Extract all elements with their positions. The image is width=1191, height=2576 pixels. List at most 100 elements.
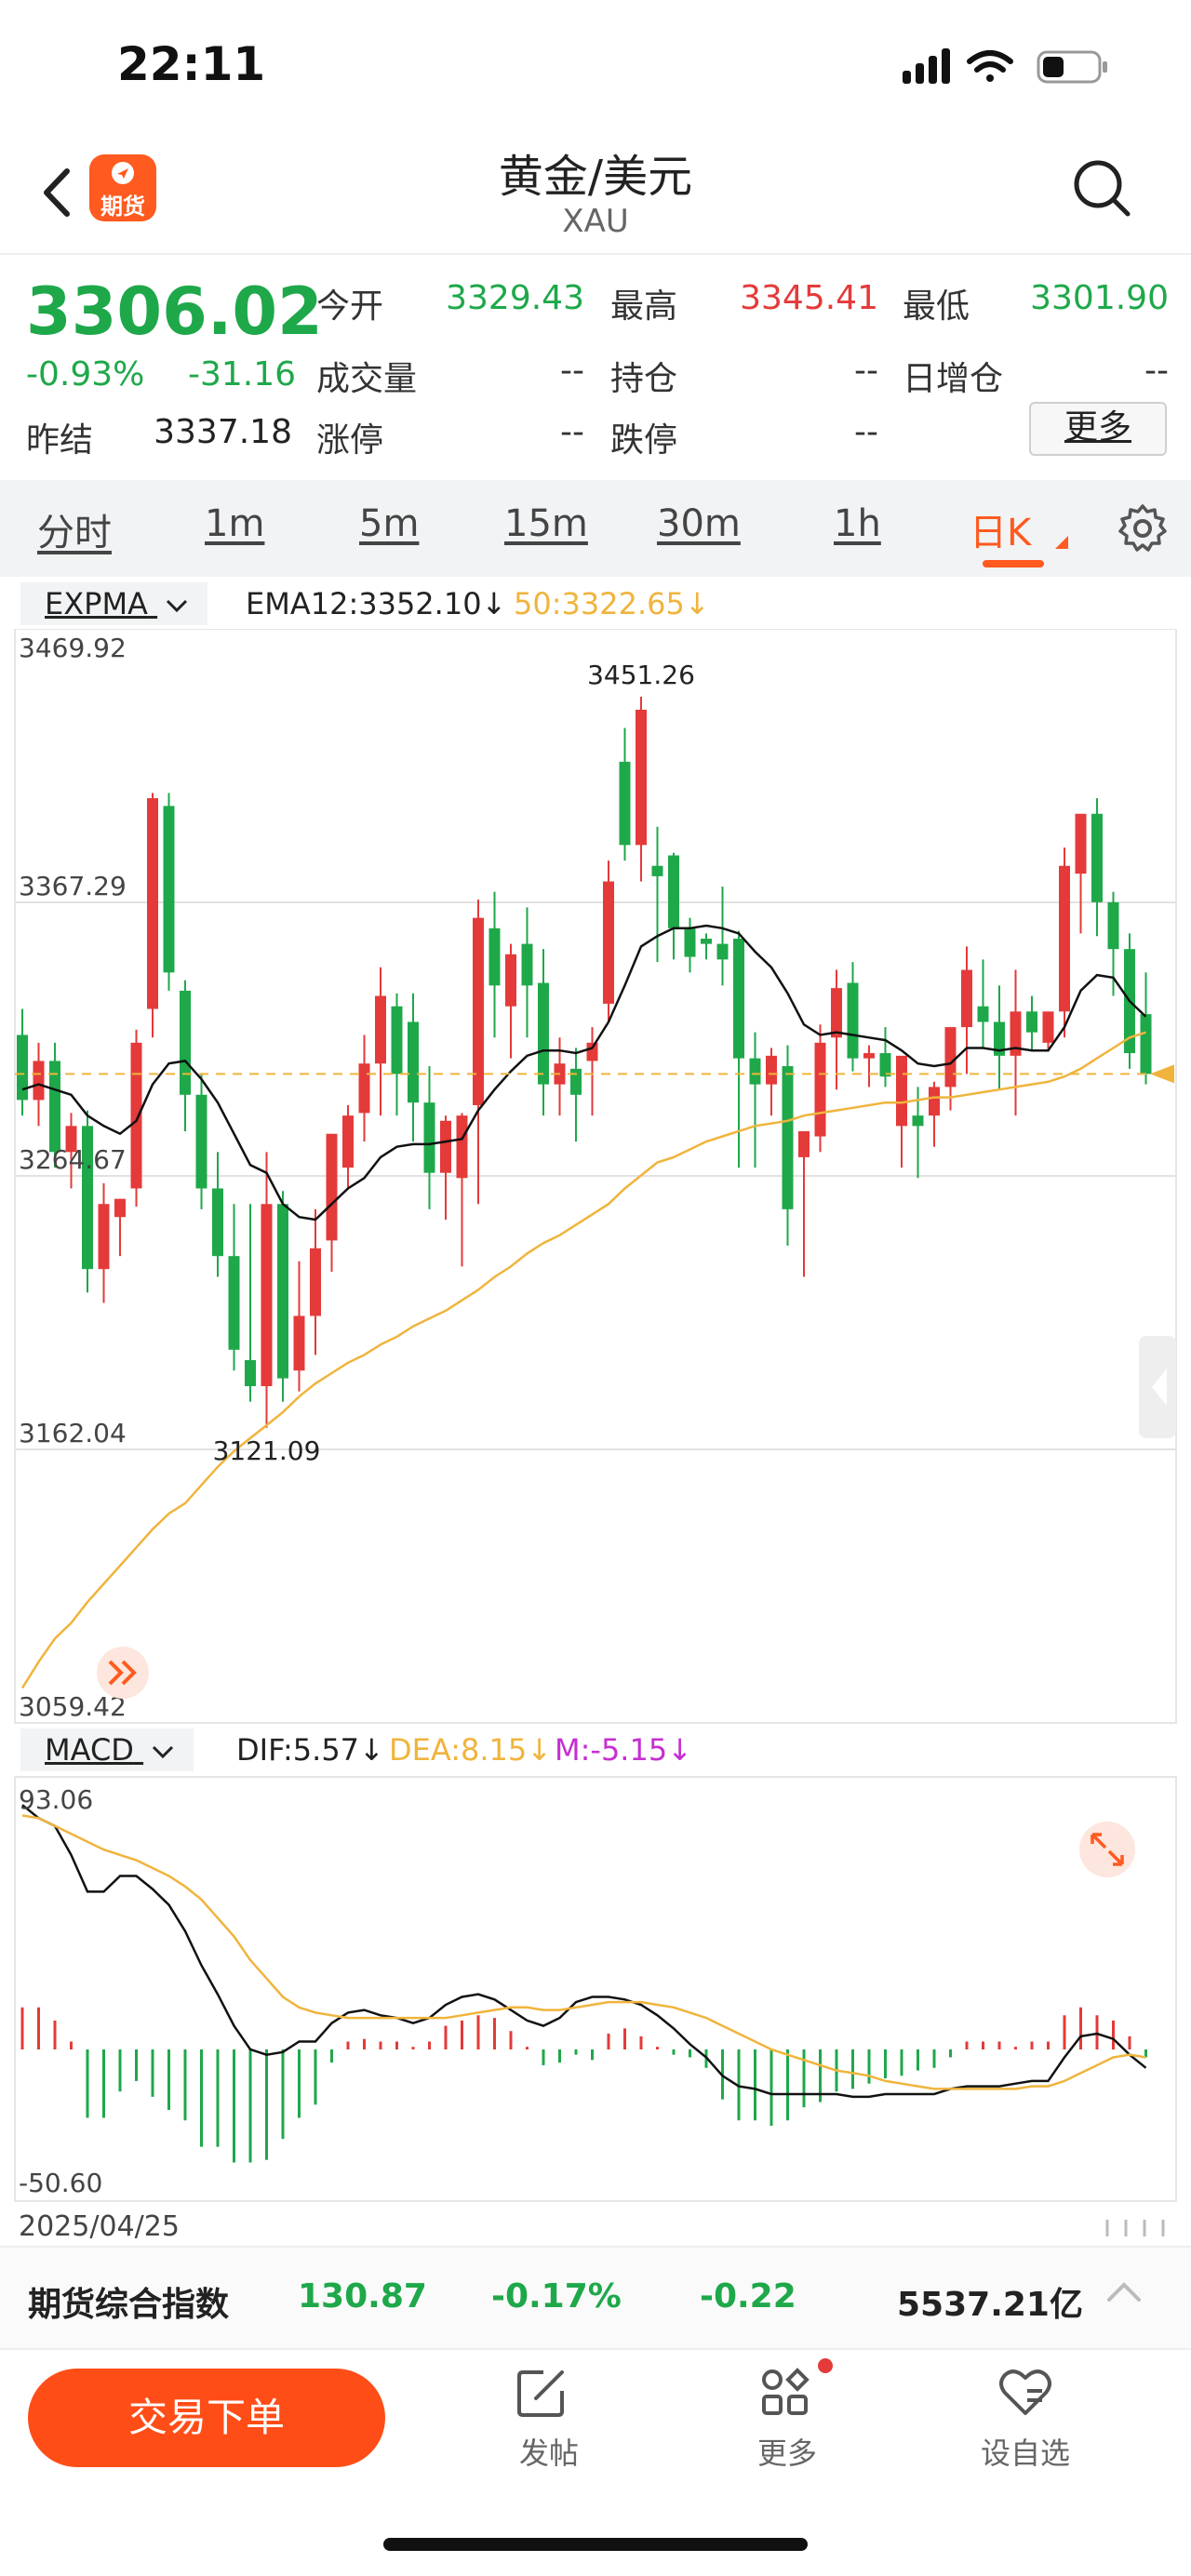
limit-down-label: 跌停 <box>610 421 678 460</box>
candle-body <box>586 1042 598 1061</box>
candle-body <box>310 1248 321 1316</box>
tab-daily-k[interactable]: 日K <box>970 502 1031 556</box>
page-subtitle: XAU <box>562 203 629 240</box>
tab-30m[interactable]: 30m <box>657 502 741 545</box>
low-annotation: 3121.09 <box>213 1435 321 1466</box>
collapse-panel-handle[interactable] <box>1139 1336 1176 1438</box>
y-axis-label: 3162.04 <box>19 1418 127 1448</box>
limit-up-label: 涨停 <box>316 421 384 460</box>
candle-body <box>896 1055 907 1127</box>
candle-body <box>538 982 549 1085</box>
chevron-down-icon <box>153 1745 174 1759</box>
candle-body <box>423 1102 435 1173</box>
candle-body <box>1075 813 1087 874</box>
candle-body <box>863 1053 875 1059</box>
candlestick-chart[interactable]: 3469.92 3367.29 3264.67 3162.04 3059.42 … <box>0 629 1191 1727</box>
candle-body <box>733 938 744 1059</box>
chevron-up-icon[interactable] <box>1104 2272 1144 2313</box>
candle-body <box>929 1087 940 1116</box>
expand-chart-button[interactable] <box>1079 1822 1135 1877</box>
candle-body <box>195 1094 207 1189</box>
sub-indicator-selector[interactable]: MACD <box>20 1728 194 1771</box>
y-axis-label: 3469.92 <box>19 633 127 663</box>
tab-dropdown-triangle-icon <box>1055 536 1068 549</box>
wifi-icon <box>967 50 1013 82</box>
trade-order-button[interactable]: 交易下单 <box>28 2369 385 2467</box>
candle-body <box>33 1061 45 1101</box>
candle-body <box>636 709 647 846</box>
candle <box>1059 848 1070 1038</box>
candle-body <box>603 881 614 1004</box>
candle-body <box>782 1066 794 1209</box>
candle-body <box>293 1315 305 1371</box>
candle-body <box>651 865 663 876</box>
candle-body <box>912 1115 924 1127</box>
macd-chart[interactable]: 93.06 -50.60 <box>0 1768 1191 2205</box>
candle-body <box>505 954 516 1007</box>
tab-5m[interactable]: 5m <box>359 502 419 545</box>
candle-body <box>245 1360 256 1387</box>
y-axis-label: 3367.29 <box>19 871 127 901</box>
candle-body <box>1042 1011 1054 1043</box>
low-value: 3301.90 <box>1030 279 1169 317</box>
y-axis-label: 3059.42 <box>19 1691 127 1722</box>
candle-body <box>130 1042 142 1189</box>
chevron-down-icon <box>167 599 188 613</box>
candle-body <box>701 938 712 944</box>
candle <box>82 1110 93 1293</box>
candle-body <box>944 1027 957 1088</box>
low-label: 最低 <box>903 287 970 326</box>
change-absolute: -31.16 <box>188 355 297 394</box>
gear-icon[interactable] <box>1115 501 1171 556</box>
compose-icon <box>517 2370 564 2417</box>
tab-15m[interactable]: 15m <box>504 502 588 545</box>
tab-1h[interactable]: 1h <box>834 502 881 545</box>
more-menu-label: 更多 <box>756 2436 817 2471</box>
high-annotation: 3451.26 <box>587 660 695 690</box>
index-value: 130.87 <box>298 2277 427 2316</box>
candle-body <box>1107 901 1119 950</box>
tab-intraday[interactable]: 分时 <box>37 502 112 556</box>
candle-body <box>17 1034 28 1101</box>
battery-icon <box>1037 50 1107 84</box>
candle-body <box>261 1204 273 1387</box>
ema50-readout: 50:3322.65↓ <box>514 586 710 621</box>
candle <box>603 861 614 1022</box>
candle-body <box>668 855 679 928</box>
candle-body <box>749 1058 761 1085</box>
index-turnover: 5537.21亿 <box>897 2286 1083 2324</box>
y-axis-label: 3264.67 <box>19 1144 127 1175</box>
open-value: 3329.43 <box>446 279 584 317</box>
candle-body <box>814 1042 826 1137</box>
candle-body <box>488 928 501 986</box>
open-interest-label: 持仓 <box>610 360 678 398</box>
page-title: 黄金/美元 <box>498 151 693 203</box>
candle <box>163 793 175 991</box>
candle-body <box>619 761 631 846</box>
m-readout: M:-5.15↓ <box>555 1732 692 1768</box>
candle-body <box>1059 865 1070 1012</box>
index-change-percent: -0.17% <box>491 2277 622 2316</box>
search-icon[interactable] <box>1070 156 1135 221</box>
sub-indicator-name: MACD <box>45 1732 134 1768</box>
home-indicator <box>383 2538 808 2551</box>
scrollbar-grip-icon[interactable] <box>1089 2216 1172 2240</box>
post-label: 发帖 <box>518 2436 579 2471</box>
ema12-readout: EMA12:3352.10↓ <box>246 586 507 621</box>
candle-body <box>342 1115 354 1168</box>
daily-oi-change-label: 日增仓 <box>903 360 1004 398</box>
y-axis-label: -50.60 <box>19 2168 102 2198</box>
candle <box>147 793 158 1038</box>
scroll-forward-button[interactable] <box>97 1647 149 1699</box>
more-button[interactable]: 更多 <box>1029 402 1167 456</box>
status-icons <box>903 48 1107 84</box>
candle-body <box>408 1021 419 1103</box>
candle-body <box>766 1055 777 1085</box>
candle <box>277 1191 288 1402</box>
notification-dot-icon <box>818 2358 833 2373</box>
main-indicator-selector[interactable]: EXPMA <box>20 582 208 625</box>
index-name: 期货综合指数 <box>28 2286 230 2324</box>
tab-1m[interactable]: 1m <box>205 502 264 545</box>
candle-body <box>570 1068 582 1095</box>
candle-body <box>147 797 158 1009</box>
